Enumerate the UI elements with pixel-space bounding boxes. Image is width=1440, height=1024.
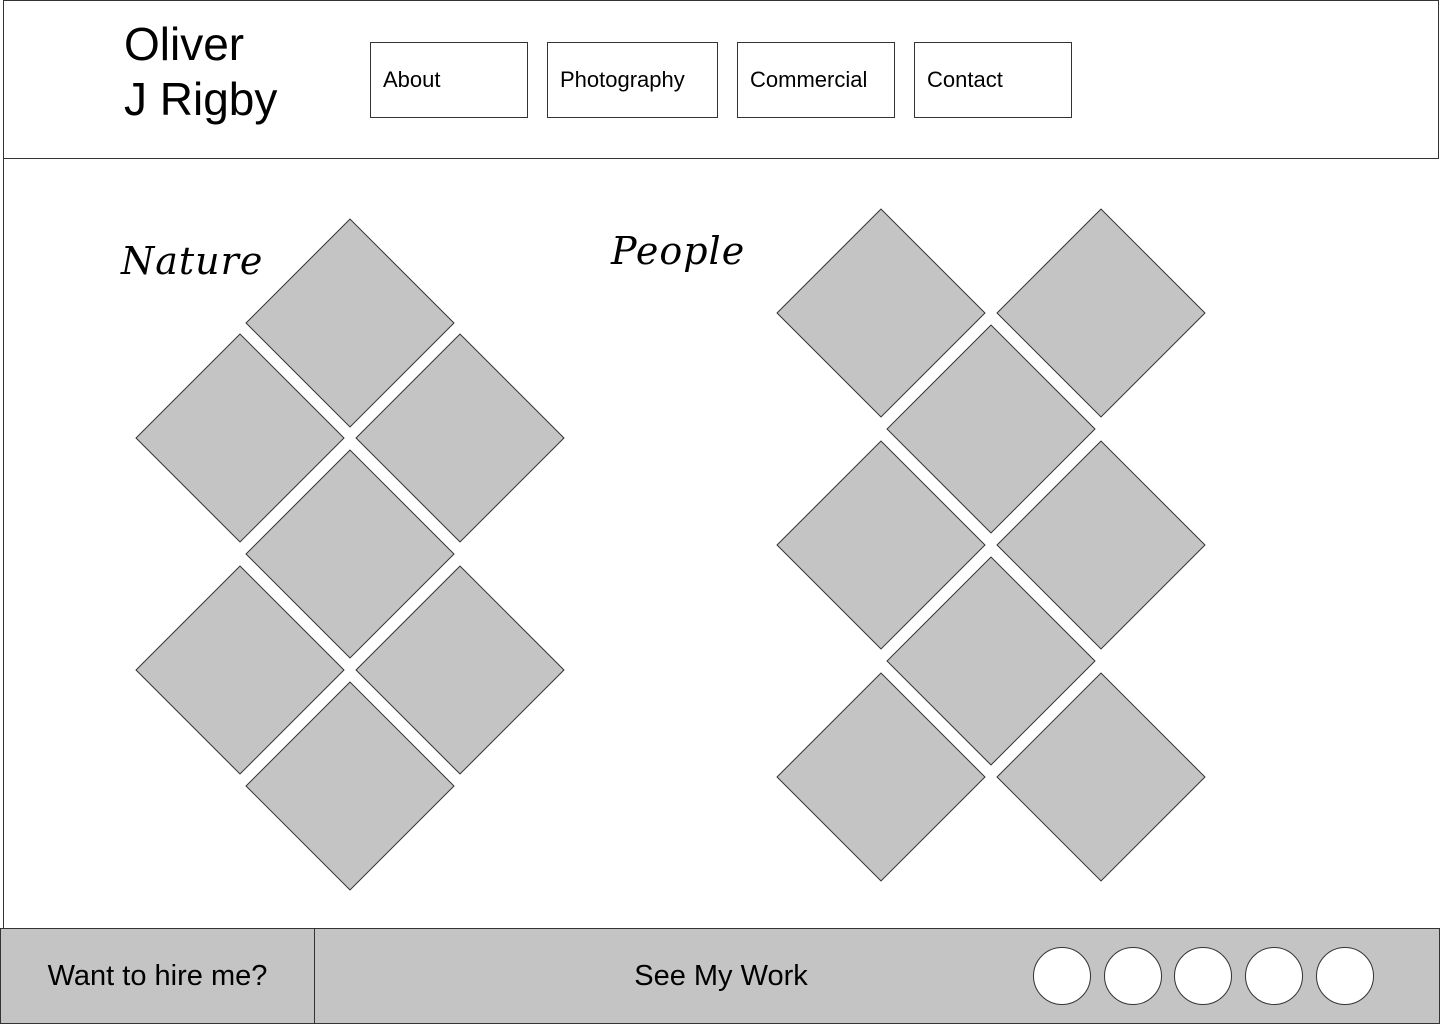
site-logo[interactable]: Oliver J Rigby [124, 17, 277, 127]
social-link-icon[interactable] [1245, 947, 1303, 1005]
social-link-icon[interactable] [1033, 947, 1091, 1005]
gallery-area: Nature People [3, 159, 1440, 928]
nav-about-button[interactable]: About [370, 42, 528, 118]
people-section-title: People [611, 229, 746, 273]
header: Oliver J Rigby About Photography Commerc… [3, 0, 1439, 159]
social-link-icon[interactable] [1316, 947, 1374, 1005]
nav-photography-button[interactable]: Photography [547, 42, 718, 118]
hire-me-button[interactable]: Want to hire me? [1, 929, 315, 1023]
footer: Want to hire me? See My Work [0, 928, 1440, 1024]
nature-section-title: Nature [121, 239, 264, 283]
nav-contact-button[interactable]: Contact [914, 42, 1072, 118]
social-link-icon[interactable] [1104, 947, 1162, 1005]
social-link-icon[interactable] [1174, 947, 1232, 1005]
nav-commercial-button[interactable]: Commercial [737, 42, 895, 118]
see-my-work-link[interactable]: See My Work [561, 929, 881, 1023]
